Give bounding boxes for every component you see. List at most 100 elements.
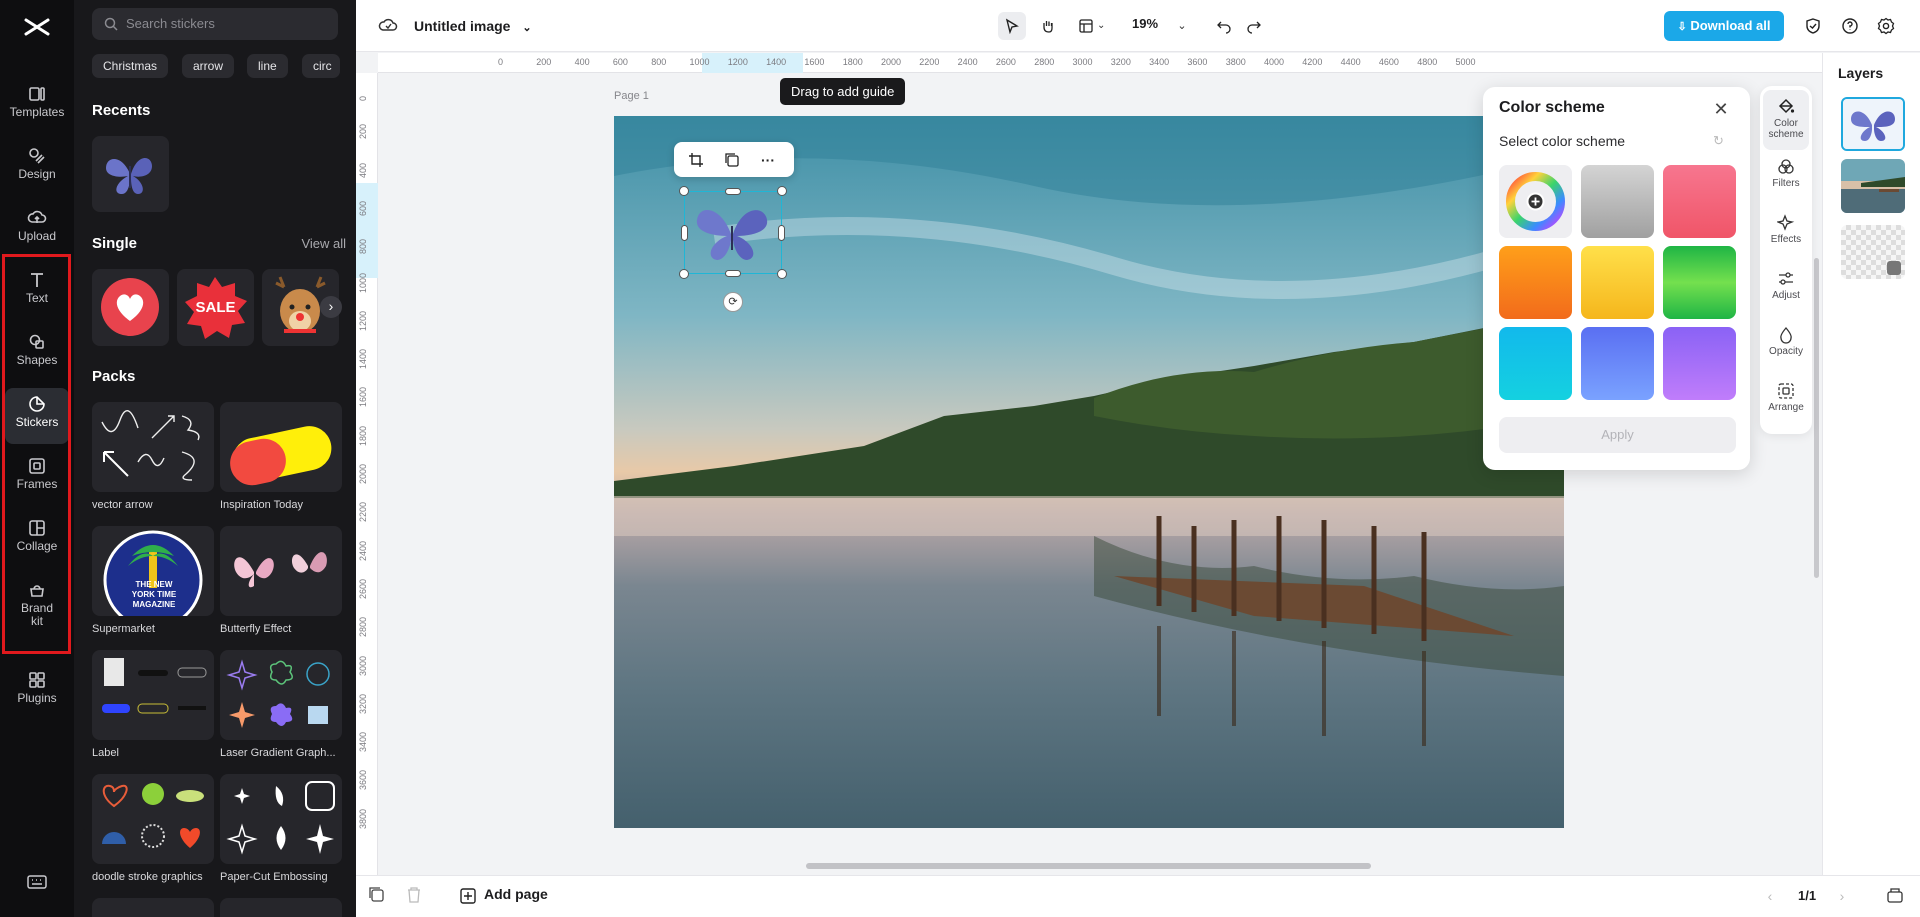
resize-handle-top-left[interactable] xyxy=(679,186,689,196)
tool-color-scheme[interactable]: Color scheme xyxy=(1763,90,1809,150)
shield-button[interactable] xyxy=(1799,12,1827,40)
rail-item-label: Collage xyxy=(16,539,58,553)
document-title[interactable]: Untitled image ⌄ xyxy=(414,14,532,38)
pack-caption: doodle stroke graphics xyxy=(92,871,203,883)
settings-button[interactable] xyxy=(1872,12,1900,40)
sticker-selection-box[interactable] xyxy=(679,186,787,279)
help-button[interactable] xyxy=(1836,12,1864,40)
resize-handle-top-right[interactable] xyxy=(777,186,787,196)
layer-butterfly[interactable] xyxy=(1841,97,1905,151)
pack-paper-cut-embossing[interactable] xyxy=(220,774,342,864)
pack-partial-1[interactable] xyxy=(92,898,214,917)
hand-tool-button[interactable] xyxy=(1034,12,1062,40)
crop-icon[interactable] xyxy=(684,148,708,172)
zoom-dropdown-chevron-down-icon[interactable]: ⌄ xyxy=(1168,12,1196,40)
swatch-pink[interactable] xyxy=(1663,165,1736,238)
layer-background[interactable] xyxy=(1841,225,1905,279)
view-all-link[interactable]: View all xyxy=(301,236,346,251)
rail-item-brand-kit[interactable]: Brand kit xyxy=(5,574,69,636)
add-page-button[interactable]: Add page xyxy=(484,886,548,902)
horizontal-scrollbar[interactable] xyxy=(806,863,1371,869)
swatch-purple[interactable] xyxy=(1663,327,1736,400)
swatch-custom[interactable] xyxy=(1499,165,1572,238)
resize-handle-bottom[interactable] xyxy=(725,270,741,277)
pack-doodle-stroke[interactable] xyxy=(92,774,214,864)
single-next-arrow-icon[interactable]: › xyxy=(320,296,342,318)
apply-button[interactable]: Apply xyxy=(1499,417,1736,453)
vertical-ruler[interactable]: 0 200 400 600 800 1000 1200 1400 1600 1800 2000 220… xyxy=(356,73,378,875)
swatch-green[interactable] xyxy=(1663,246,1736,319)
keyboard-shortcuts-icon[interactable] xyxy=(27,874,47,890)
butterfly-sticker-on-canvas[interactable] xyxy=(685,192,780,272)
rail-item-label: Text xyxy=(25,291,48,305)
rail-item-upload[interactable]: Upload xyxy=(5,202,69,258)
ruler-tick-label: 1600 xyxy=(358,387,368,408)
rail-item-collage[interactable]: Collage xyxy=(5,512,69,568)
tool-opacity[interactable]: Opacity xyxy=(1763,318,1809,376)
layer-lake-photo[interactable] xyxy=(1841,159,1905,213)
undo-button[interactable] xyxy=(1210,12,1238,40)
swatch-blue[interactable] xyxy=(1581,327,1654,400)
horizontal-ruler[interactable]: 0 200 400 600 800 1000 1200 1400 1600 1800 2000 220… xyxy=(378,53,1822,73)
swatch-gray[interactable] xyxy=(1581,165,1654,238)
more-options-icon[interactable]: ··· xyxy=(756,148,780,172)
ruler-tick-label: 800 xyxy=(358,239,368,255)
pack-laser-gradient[interactable] xyxy=(220,650,342,740)
rail-item-plugins[interactable]: Plugins xyxy=(5,664,69,720)
rotate-handle-icon[interactable]: ⟳ xyxy=(723,292,743,312)
cloud-save-icon[interactable] xyxy=(378,16,398,34)
layout-menu-button[interactable]: ⌄ xyxy=(1074,12,1110,40)
page-manager-icon[interactable] xyxy=(1886,886,1906,906)
resize-handle-left[interactable] xyxy=(681,225,688,241)
rail-item-stickers[interactable]: Stickers xyxy=(5,388,69,444)
resize-handle-bottom-right[interactable] xyxy=(777,269,787,279)
pack-partial-2[interactable] xyxy=(220,898,342,917)
next-page-chevron-right-icon[interactable]: › xyxy=(1832,886,1852,906)
page-duplicate-icon[interactable] xyxy=(368,886,388,906)
pack-inspiration-today[interactable] xyxy=(220,402,342,492)
pack-label[interactable] xyxy=(92,650,214,740)
resize-handle-top[interactable] xyxy=(725,188,741,195)
pack-supermarket[interactable]: THE NEW YORK TIME MAGAZINE xyxy=(92,526,214,616)
duplicate-icon[interactable] xyxy=(720,148,744,172)
tool-adjust[interactable]: Adjust xyxy=(1763,262,1809,320)
tool-filters[interactable]: Filters xyxy=(1763,150,1809,208)
download-all-button[interactable]: ⇩ Download all xyxy=(1664,11,1784,41)
resize-handle-bottom-left[interactable] xyxy=(679,269,689,279)
tool-arrange[interactable]: Arrange xyxy=(1763,374,1809,432)
zoom-level[interactable]: 19% xyxy=(1132,16,1158,31)
search-input[interactable]: Search stickers xyxy=(92,8,338,40)
rail-item-text[interactable]: Text xyxy=(5,264,69,320)
rail-item-templates[interactable]: Templates xyxy=(5,78,69,134)
rail-item-design[interactable]: Design xyxy=(5,140,69,196)
chip-christmas[interactable]: Christmas xyxy=(92,54,169,78)
resize-handle-right[interactable] xyxy=(778,225,785,241)
ruler-tick-label: 1800 xyxy=(842,57,863,67)
vertical-scrollbar[interactable] xyxy=(1814,258,1819,578)
sticker-sale[interactable]: SALE xyxy=(177,269,254,346)
ruler-tick-label: 3000 xyxy=(358,655,368,676)
prev-page-chevron-left-icon[interactable]: ‹ xyxy=(1760,886,1780,906)
close-icon[interactable]: ✕ xyxy=(1709,97,1733,121)
chip-arrow[interactable]: arrow xyxy=(182,54,235,78)
pack-vector-arrow[interactable] xyxy=(92,402,214,492)
reset-icon[interactable]: ↻ xyxy=(1713,133,1724,149)
rail-item-frames[interactable]: Frames xyxy=(5,450,69,506)
select-tool-button[interactable] xyxy=(998,12,1026,40)
trash-icon[interactable] xyxy=(406,886,426,906)
cursor-icon xyxy=(1005,18,1019,34)
sticker-heart[interactable] xyxy=(92,269,169,346)
tool-effects[interactable]: Effects xyxy=(1763,206,1809,264)
swatch-cyan[interactable] xyxy=(1499,327,1572,400)
rail-item-shapes[interactable]: Shapes xyxy=(5,326,69,382)
chip-line[interactable]: line xyxy=(247,54,288,78)
brand-kit-icon xyxy=(30,585,44,597)
pack-butterfly-effect[interactable] xyxy=(220,526,342,616)
swatch-orange[interactable] xyxy=(1499,246,1572,319)
add-page-icon[interactable] xyxy=(460,888,478,906)
redo-button[interactable] xyxy=(1240,12,1268,40)
recent-butterfly-sticker[interactable] xyxy=(92,136,169,212)
chip-circle[interactable]: circ xyxy=(302,54,340,78)
capcut-logo-icon[interactable] xyxy=(23,14,51,40)
swatch-yellow[interactable] xyxy=(1581,246,1654,319)
